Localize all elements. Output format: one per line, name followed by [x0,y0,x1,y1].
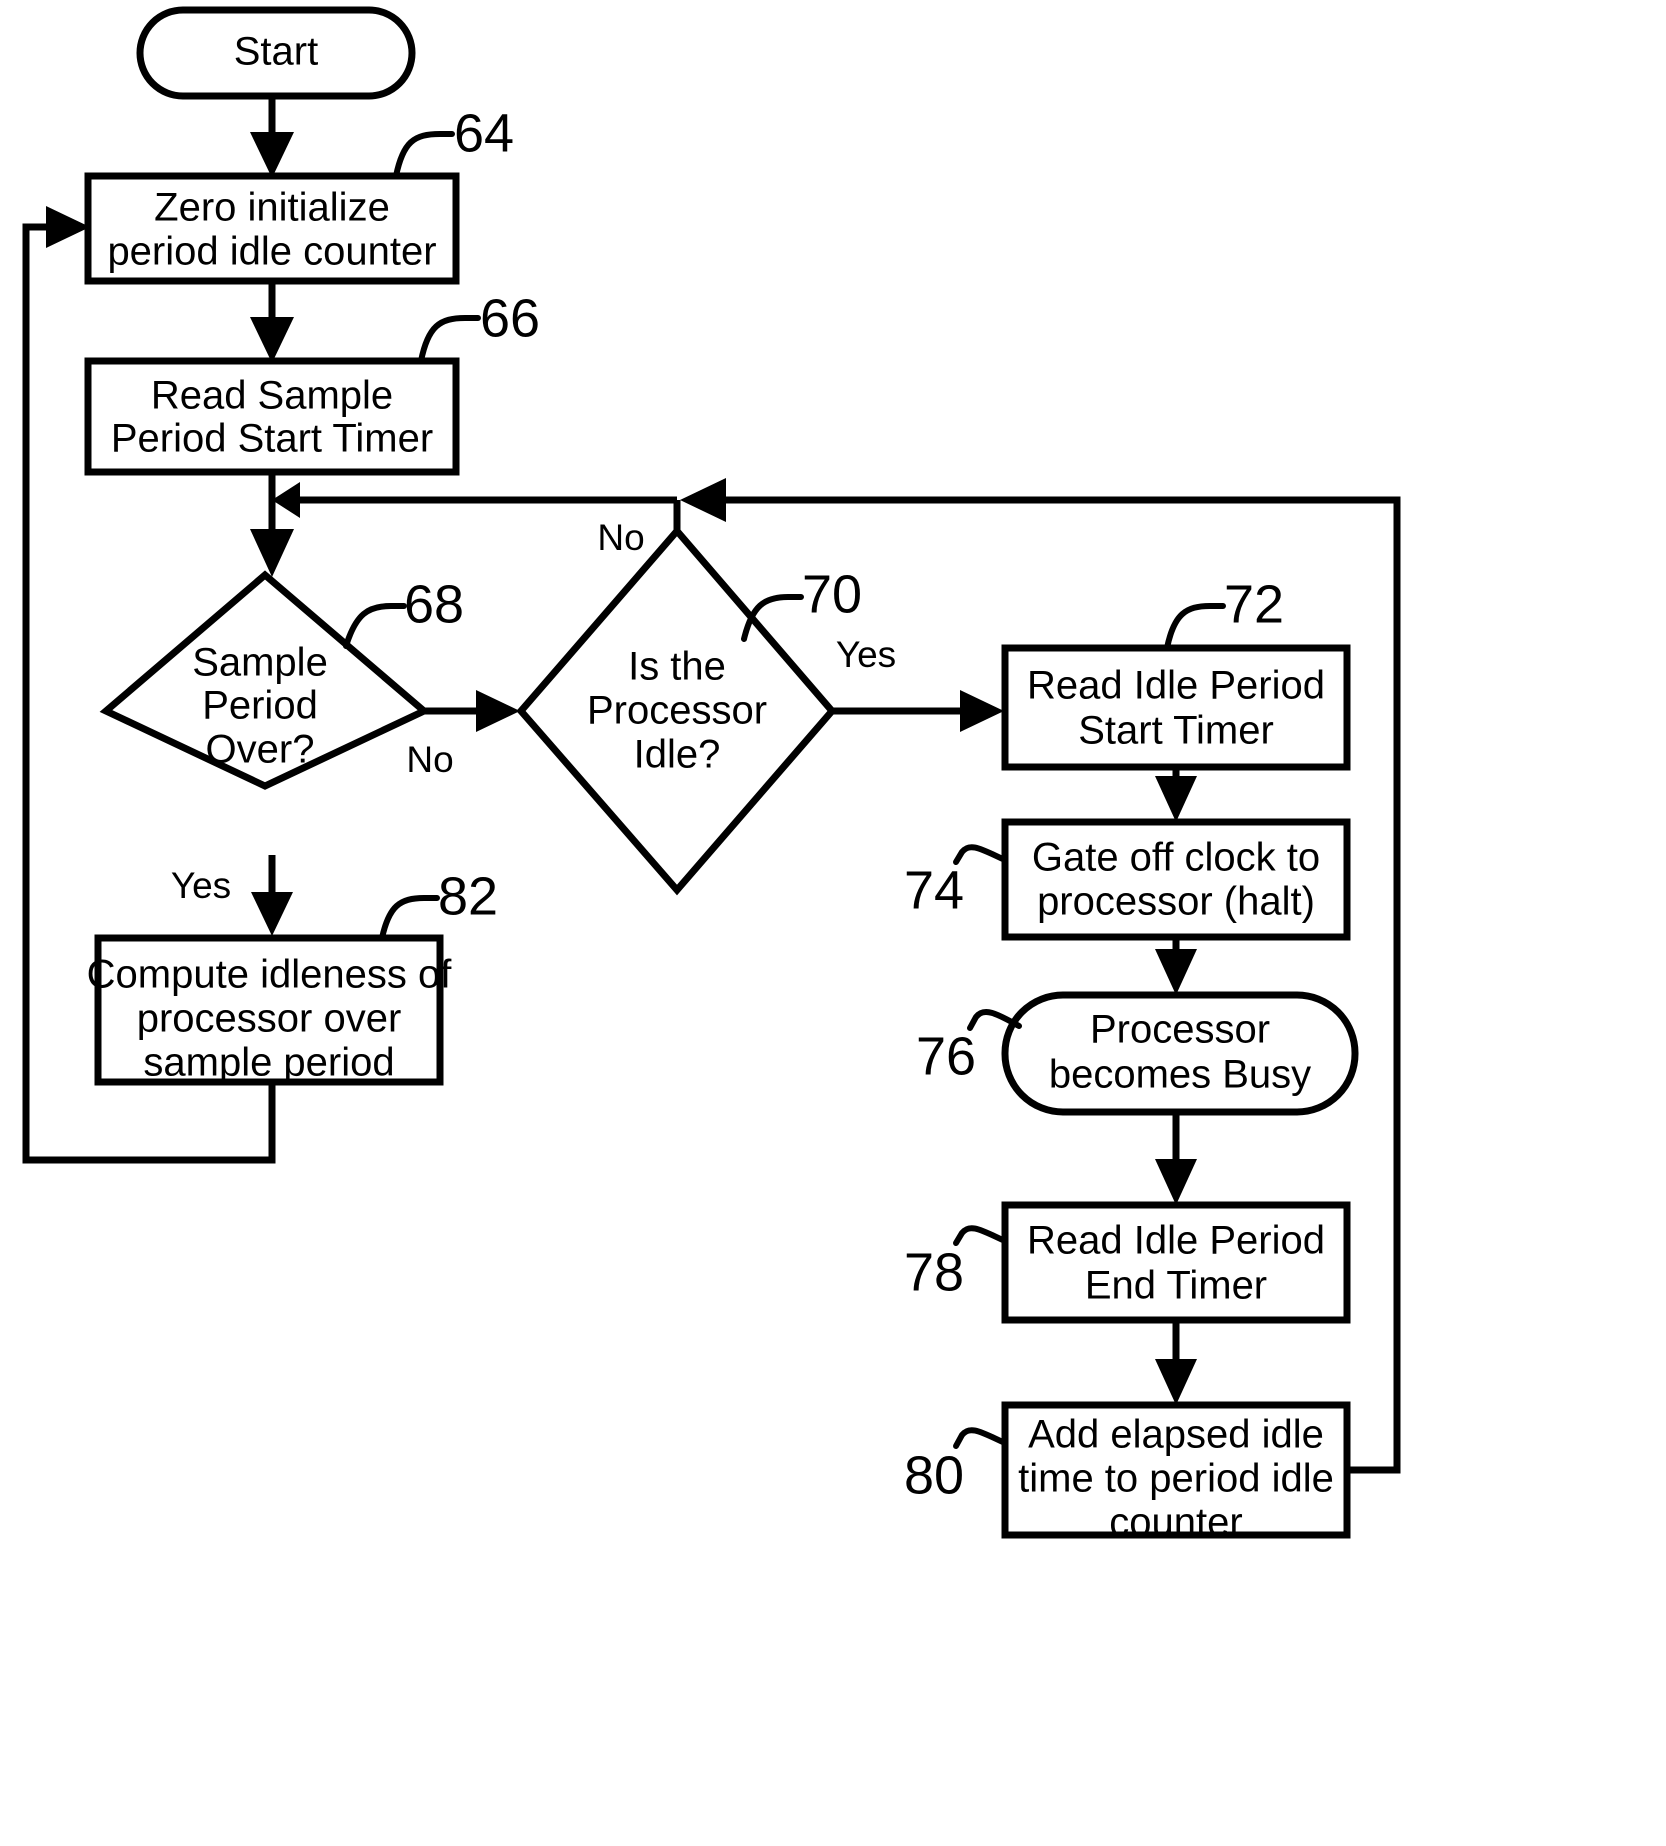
node-is-processor-idle-line2: Processor [587,689,767,733]
edge-70-yes-to-72 [832,690,1004,732]
ref-numeral-64: 64 [454,103,514,163]
leader-66 [418,315,481,364]
ref-numeral-68: 68 [404,574,464,634]
leader-78 [953,1225,1008,1246]
ref-numeral-66: 66 [480,288,540,348]
flowchart-canvas: Start Zero initialize period idle counte… [0,0,1666,1846]
edge-78-to-80 [1155,1320,1197,1405]
node-gate-off-clock-line2: processor (halt) [1037,880,1315,924]
node-processor-becomes-busy-line1: Processor [1090,1008,1270,1052]
edge-loop-to-66-column [272,482,677,518]
node-read-idle-period-start-timer-line2: Start Timer [1078,709,1274,753]
leader-64 [393,131,455,179]
leader-68 [343,603,407,649]
node-add-elapsed-idle-time-line1: Add elapsed idle [1028,1413,1324,1457]
node-sample-period-over-line2: Period [202,684,318,728]
ref-numeral-74: 74 [904,860,964,920]
node-gate-off-clock-line1: Gate off clock to [1032,836,1320,880]
edge-label-sample-period-yes: Yes [171,865,231,906]
edge-label-processor-idle-no: No [597,517,644,558]
edge-label-processor-idle-yes: Yes [836,634,896,675]
edge-66-to-68 [250,472,294,577]
edge-76-to-78 [1155,1112,1197,1205]
edge-74-to-76 [1155,937,1197,995]
node-add-elapsed-idle-time-line3: counter [1109,1501,1242,1545]
node-read-sample-period-start-timer-line2: Period Start Timer [111,417,433,461]
node-processor-becomes-busy-line2: becomes Busy [1049,1053,1311,1097]
node-sample-period-over-line3: Over? [206,728,315,772]
edge-64-to-66 [250,281,294,363]
node-is-processor-idle-line3: Idle? [634,733,721,777]
node-compute-idleness-line2: processor over [137,997,402,1041]
node-is-processor-idle-line1: Is the [628,645,726,689]
leader-72 [1164,603,1226,651]
edge-72-to-74 [1155,767,1197,822]
node-sample-period-over-line1: Sample [192,641,328,685]
node-add-elapsed-idle-time-line2: time to period idle [1018,1457,1334,1501]
node-read-idle-period-end-timer-line1: Read Idle Period [1027,1219,1325,1263]
edge-68-no-to-70 [424,690,520,732]
ref-numeral-76: 76 [916,1026,976,1086]
node-start-label: Start [234,30,318,74]
edge-start-to-64 [250,96,294,178]
edge-68-yes-to-82 [251,855,293,936]
leader-82 [379,895,440,941]
node-compute-idleness-line3: sample period [143,1041,394,1085]
ref-numeral-80: 80 [904,1445,964,1505]
flowchart-svg: Start Zero initialize period idle counte… [22,6,1401,1545]
leader-80 [953,1427,1008,1449]
ref-numeral-82: 82 [438,866,498,926]
ref-numeral-72: 72 [1224,574,1284,634]
node-zero-initialize-line1: Zero initialize [154,186,390,230]
ref-numeral-78: 78 [904,1242,964,1302]
node-zero-initialize-line2: period idle counter [107,230,436,274]
node-read-sample-period-start-timer-line1: Read Sample [151,374,393,418]
node-read-idle-period-end-timer-line2: End Timer [1085,1264,1267,1308]
node-read-idle-period-start-timer-line1: Read Idle Period [1027,664,1325,708]
edge-label-sample-period-no: No [406,739,453,780]
ref-numeral-70: 70 [802,564,862,624]
node-compute-idleness-line1: Compute idleness of [87,953,453,997]
